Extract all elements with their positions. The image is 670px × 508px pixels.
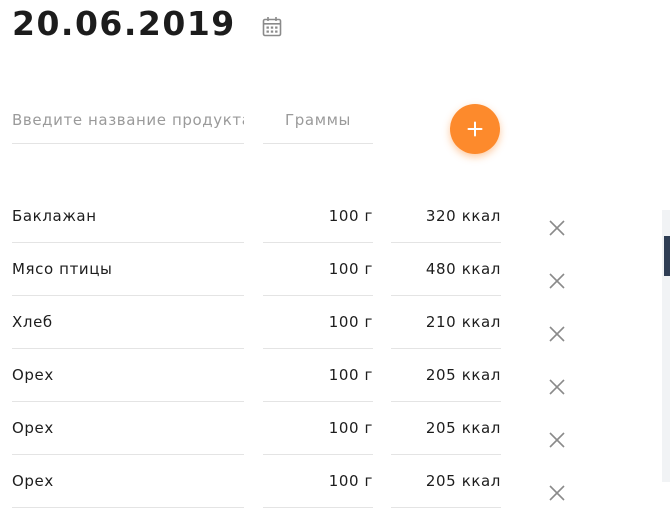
delete-button[interactable] (547, 324, 567, 344)
close-icon (549, 220, 565, 236)
product-name: Орех (12, 402, 244, 455)
delete-button[interactable] (547, 483, 567, 503)
list-item: Орех 100 г 205 ккал (0, 349, 670, 402)
list-item: Хлеб 100 г 210 ккал (0, 296, 670, 349)
product-grams: 100 г (263, 296, 373, 349)
list-item: Баклажан 100 г 320 ккал (0, 190, 670, 243)
product-list: Баклажан 100 г 320 ккал Мясо птицы 100 г… (0, 190, 670, 508)
close-icon (549, 273, 565, 289)
close-icon (549, 485, 565, 501)
delete-button[interactable] (547, 430, 567, 450)
scrollbar-thumb[interactable] (664, 236, 670, 276)
list-item: Мясо птицы 100 г 480 ккал (0, 243, 670, 296)
plus-icon (467, 121, 483, 137)
page-title: 20.06.2019 (12, 4, 236, 43)
product-kcal: 210 ккал (391, 296, 501, 349)
product-kcal: 205 ккал (391, 349, 501, 402)
list-item: Орех 100 г 205 ккал (0, 402, 670, 455)
product-name: Баклажан (12, 190, 244, 243)
product-name-input[interactable] (12, 96, 244, 144)
grams-input[interactable] (263, 96, 373, 144)
close-icon (549, 432, 565, 448)
close-icon (549, 326, 565, 342)
delete-button[interactable] (547, 271, 567, 291)
product-grams: 100 г (263, 402, 373, 455)
product-kcal: 320 ккал (391, 190, 501, 243)
close-icon (549, 379, 565, 395)
delete-button[interactable] (547, 218, 567, 238)
product-grams: 100 г (263, 349, 373, 402)
product-name: Мясо птицы (12, 243, 244, 296)
delete-button[interactable] (547, 377, 567, 397)
product-kcal: 205 ккал (391, 402, 501, 455)
product-name: Орех (12, 349, 244, 402)
calendar-icon[interactable] (262, 16, 282, 38)
product-grams: 100 г (263, 243, 373, 296)
product-kcal: 480 ккал (391, 243, 501, 296)
add-product-button[interactable] (450, 104, 500, 154)
product-grams: 100 г (263, 190, 373, 243)
product-name: Хлеб (12, 296, 244, 349)
